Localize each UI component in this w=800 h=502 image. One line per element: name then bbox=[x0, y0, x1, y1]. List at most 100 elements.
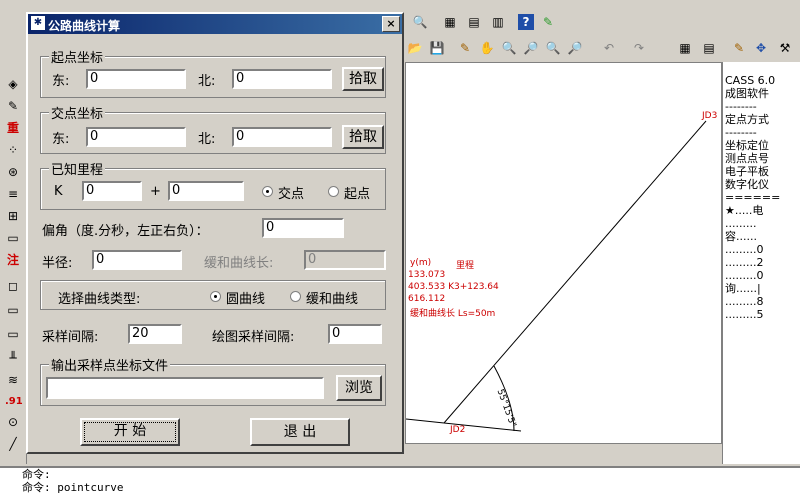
exit-button[interactable]: 退 出 bbox=[250, 418, 350, 446]
right-panel-item[interactable]: .........5 bbox=[723, 308, 800, 321]
intersection-north-input[interactable]: 0 bbox=[232, 127, 332, 147]
ruler-icon[interactable]: ▭ bbox=[5, 230, 21, 246]
start-north-input[interactable]: 0 bbox=[232, 69, 332, 89]
intersection-north-label: 北: bbox=[198, 132, 216, 147]
right-panel-item[interactable]: .........2 bbox=[723, 256, 800, 269]
zoom-window-icon[interactable]: 🔎 bbox=[523, 40, 539, 56]
properties-icon[interactable]: ▦ bbox=[677, 40, 693, 56]
annotate-icon[interactable]: 注 bbox=[5, 252, 21, 268]
start-east-input[interactable]: 0 bbox=[86, 69, 186, 89]
brush-icon[interactable]: ✎ bbox=[5, 98, 21, 114]
right-panel-item[interactable]: 电子平板 bbox=[723, 165, 800, 178]
intersection-east-input[interactable]: 0 bbox=[86, 127, 186, 147]
right-panel-item[interactable]: 询......| bbox=[723, 282, 800, 295]
tangent-line-left bbox=[406, 418, 445, 424]
dots-icon[interactable]: ⁘ bbox=[5, 142, 21, 158]
polyline-icon[interactable]: ◻ bbox=[5, 278, 21, 294]
right-panel-item[interactable]: .........0 bbox=[723, 269, 800, 282]
curve-type-label: 选择曲线类型: bbox=[58, 292, 141, 307]
plus-input[interactable]: 0 bbox=[168, 181, 244, 201]
right-panel-item[interactable]: -------- bbox=[723, 126, 800, 139]
save-icon[interactable]: 💾 bbox=[429, 40, 445, 56]
text-4: 缓和曲线长 Ls=50m bbox=[410, 309, 496, 319]
edit-icon[interactable]: ▥ bbox=[490, 14, 506, 30]
table-icon[interactable]: ▤ bbox=[701, 40, 717, 56]
draw-interval-input[interactable]: 0 bbox=[328, 324, 382, 344]
plugin-icon[interactable]: ✎ bbox=[540, 14, 556, 30]
right-panel-item[interactable]: 坐标定位 bbox=[723, 139, 800, 152]
pencil-icon[interactable]: ✎ bbox=[457, 40, 473, 56]
circle-icon[interactable]: ⊙ bbox=[5, 414, 21, 430]
bracket-icon[interactable]: ╨ bbox=[5, 350, 21, 366]
path-icon[interactable]: ≋ bbox=[5, 372, 21, 388]
start-button[interactable]: 开 始 bbox=[80, 418, 180, 446]
redo-icon[interactable]: ↷ bbox=[631, 40, 647, 56]
close-icon[interactable]: × bbox=[382, 16, 400, 32]
mileage-intersection-label: 交点 bbox=[278, 187, 305, 202]
right-panel-item[interactable]: ====== bbox=[723, 191, 800, 204]
level-icon[interactable]: ≡ bbox=[5, 186, 21, 202]
grid-icon[interactable]: ▤ bbox=[466, 14, 482, 30]
right-panel-item[interactable]: .........0 bbox=[723, 243, 800, 256]
label-jd3: JD3 bbox=[702, 111, 718, 121]
drawing-svg bbox=[406, 120, 707, 432]
rect-small-icon[interactable]: ▭ bbox=[5, 326, 21, 342]
deflection-input[interactable]: 0 bbox=[262, 218, 344, 238]
start-pick-button[interactable]: 拾取 bbox=[342, 67, 384, 91]
survey-icon[interactable]: ⊛ bbox=[5, 164, 21, 180]
line-icon[interactable]: ╱ bbox=[5, 436, 21, 452]
radius-label: 半径: bbox=[42, 256, 73, 271]
transition-length-input: 0 bbox=[304, 250, 386, 270]
redo-text-icon[interactable]: 重 bbox=[5, 120, 21, 136]
deflection-label: 偏角（度.分秒，左正右负）： bbox=[42, 224, 209, 239]
curve-transition-radio[interactable] bbox=[290, 291, 301, 302]
right-panel-item[interactable]: 数字化仪 bbox=[723, 178, 800, 191]
tag-icon[interactable]: ◈ bbox=[5, 76, 21, 92]
output-file-title: 输出采样点坐标文件 bbox=[49, 355, 171, 374]
pan-icon[interactable]: ✋ bbox=[479, 40, 495, 56]
right-panel-item[interactable]: ★.....电 bbox=[723, 204, 800, 217]
draw-icon[interactable]: ✎ bbox=[731, 40, 747, 56]
draw-interval-label: 绘图采样间隔: bbox=[212, 330, 295, 345]
undo-icon[interactable]: ↶ bbox=[601, 40, 617, 56]
zoom-realtime-icon[interactable]: 🔍 bbox=[501, 40, 517, 56]
zoom-previous-icon[interactable]: 🔍 bbox=[545, 40, 561, 56]
mileage-start-radio[interactable] bbox=[328, 186, 339, 197]
text-3: 616.112 bbox=[408, 294, 446, 304]
k-label: K bbox=[54, 184, 63, 199]
select-icon[interactable]: 🔍 bbox=[412, 14, 428, 30]
zoom-extents-icon[interactable]: 🔎 bbox=[567, 40, 583, 56]
right-panel-item[interactable]: -------- bbox=[723, 100, 800, 113]
right-panel-item[interactable]: 定点方式 bbox=[723, 113, 800, 126]
radius-input[interactable]: 0 bbox=[92, 250, 182, 270]
right-panel-item[interactable]: ......... bbox=[723, 217, 800, 230]
intersection-point-title: 交点坐标 bbox=[49, 103, 106, 122]
text-y: y(m) bbox=[410, 258, 432, 268]
rect-icon[interactable]: ▭ bbox=[5, 302, 21, 318]
move-icon[interactable]: ✥ bbox=[753, 40, 769, 56]
drawing-canvas[interactable]: JD3 JD2 y(m) 里程 133.073 403.533 K3+123.6… bbox=[405, 62, 722, 444]
open-icon[interactable]: 📂 bbox=[407, 40, 423, 56]
help-icon[interactable]: ? bbox=[518, 14, 534, 30]
right-panel-item[interactable]: .........8 bbox=[723, 295, 800, 308]
dialog-titlebar[interactable]: ✱ 公路曲线计算 × bbox=[28, 14, 402, 34]
sample-interval-input[interactable]: 20 bbox=[128, 324, 182, 344]
block-icon[interactable]: ⊞ bbox=[5, 208, 21, 224]
tool-icon[interactable]: ⚒ bbox=[777, 40, 793, 56]
mileage-start-label: 起点 bbox=[344, 187, 371, 202]
browse-button[interactable]: 浏览 bbox=[336, 375, 382, 401]
k-input[interactable]: 0 bbox=[82, 181, 142, 201]
command-line[interactable]: 命令: 命令: pointcurve bbox=[0, 466, 800, 502]
right-panel-item[interactable]: 容...... bbox=[723, 230, 800, 243]
intersection-pick-button[interactable]: 拾取 bbox=[342, 125, 384, 149]
layer-icon[interactable]: ▦ bbox=[442, 14, 458, 30]
output-file-input[interactable] bbox=[46, 377, 324, 399]
point-elevation-icon[interactable]: .91 bbox=[5, 394, 23, 410]
label-jd2: JD2 bbox=[450, 425, 466, 435]
curve-circle-radio[interactable] bbox=[210, 291, 221, 302]
right-panel-item[interactable]: CASS 6.0 bbox=[723, 74, 800, 87]
right-panel-item[interactable]: 测点点号 bbox=[723, 152, 800, 165]
sample-interval-label: 采样间隔: bbox=[42, 330, 99, 345]
mileage-intersection-radio[interactable] bbox=[262, 186, 273, 197]
right-panel-item[interactable]: 成图软件 bbox=[723, 87, 800, 100]
